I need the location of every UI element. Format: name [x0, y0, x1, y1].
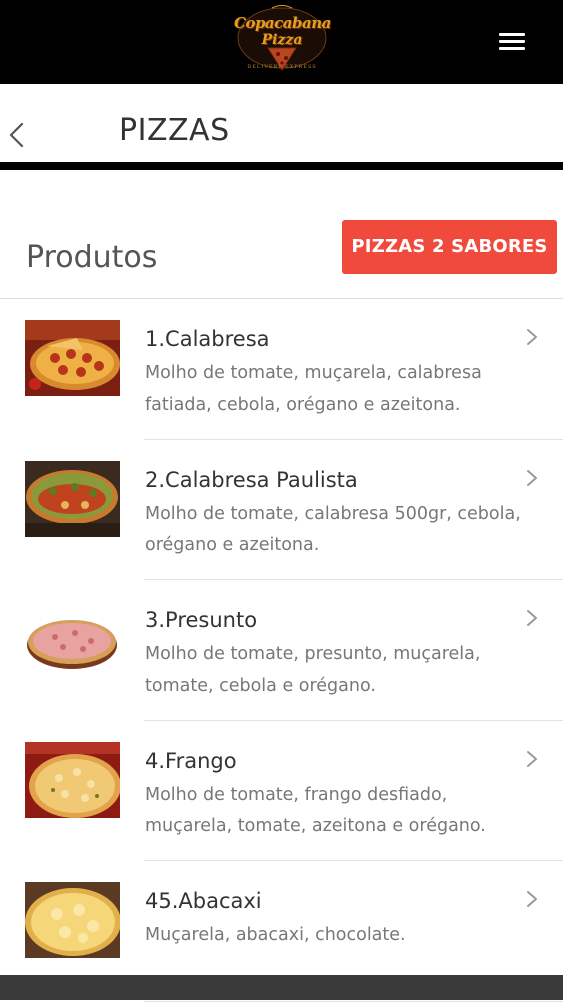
pizza-thumbnail	[25, 882, 120, 958]
brand-logo[interactable]: Copacabana Pizza DELIVERY EXPRESS	[234, 4, 331, 78]
hamburger-icon[interactable]	[494, 26, 532, 56]
product-name: 4.Frango	[145, 748, 237, 773]
title-divider	[0, 162, 563, 170]
pizza-thumbnail	[25, 601, 120, 677]
logo-subword: Pizza	[261, 32, 303, 48]
chevron-left-icon[interactable]	[4, 120, 32, 150]
page-title: PIZZAS	[119, 113, 230, 148]
product-name: 2.Calabresa Paulista	[145, 467, 358, 492]
chevron-right-icon	[527, 610, 537, 626]
product-description: Molho de tomate, calabresa 500gr, cebola…	[145, 503, 521, 556]
product-description: Molho de tomate, presunto, muçarela, tom…	[145, 644, 481, 696]
chevron-right-icon	[527, 469, 537, 486]
product-description: Molho de tomate, muçarela, calabresa fat…	[145, 363, 482, 415]
row-divider	[144, 1000, 563, 1002]
product-item-calabresa[interactable]: 1.Calabresa Molho de tomate, muçarela, c…	[0, 299, 563, 440]
chevron-right-icon	[527, 750, 537, 767]
product-list: 1.Calabresa Molho de tomate, muçarela, c…	[0, 299, 563, 1002]
chevron-right-icon	[527, 891, 537, 907]
product-description: Muçarela, abacaxi, chocolate.	[145, 925, 406, 945]
product-name: 3.Presunto	[145, 608, 258, 632]
logo-wordmark: Copacabana	[234, 14, 331, 32]
app-header: Copacabana Pizza DELIVERY EXPRESS	[0, 0, 563, 84]
bottom-bar	[0, 975, 563, 1000]
logo-tagline: DELIVERY EXPRESS	[247, 64, 317, 70]
two-flavors-button[interactable]: PIZZAS 2 SABORES	[342, 220, 557, 274]
product-item-frango[interactable]: 4.Frango Molho de tomate, frango desfiad…	[0, 721, 563, 861]
product-item-calabresa-paulista[interactable]: 2.Calabresa Paulista Molho de tomate, ca…	[0, 440, 563, 580]
product-description: Molho de tomate, frango desfiado, muçare…	[145, 784, 486, 837]
pizza-thumbnail	[25, 741, 120, 818]
pizza-thumbnail	[25, 320, 120, 396]
product-name: 45.Abacaxi	[145, 889, 262, 913]
product-name: 1.Calabresa	[145, 327, 270, 351]
pizza-thumbnail	[25, 460, 120, 537]
products-heading: Produtos	[26, 240, 158, 275]
title-bar: PIZZAS	[0, 84, 563, 162]
chevron-right-icon	[527, 329, 537, 345]
product-item-presunto[interactable]: 3.Presunto Molho de tomate, presunto, mu…	[0, 580, 563, 721]
